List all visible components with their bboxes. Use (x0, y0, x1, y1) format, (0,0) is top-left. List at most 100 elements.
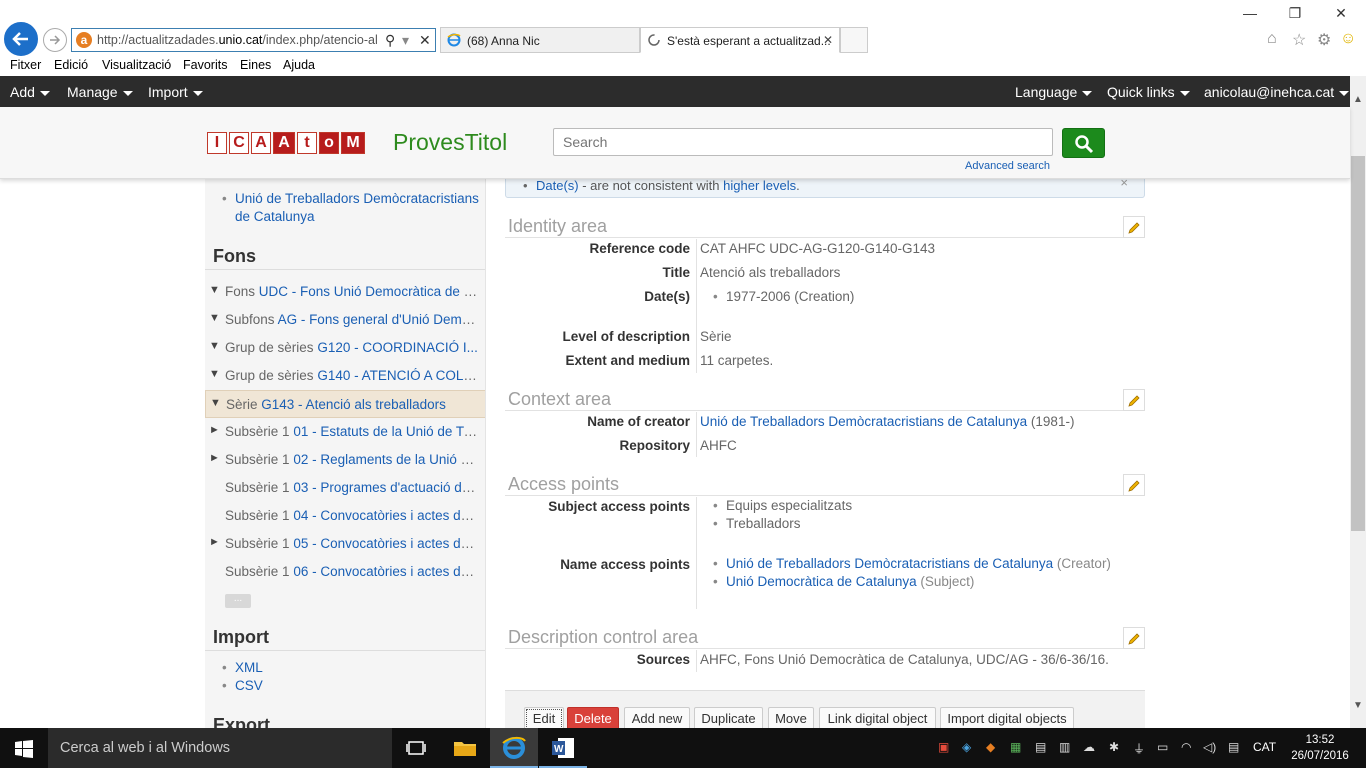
creator-link[interactable]: Unió de Treballadors Demòcratacristians … (222, 190, 480, 226)
menu-help[interactable]: Ajuda (283, 58, 315, 72)
repository-link[interactable]: AHFC (700, 438, 737, 453)
cortana-search[interactable]: Cerca al web i al Windows (48, 728, 392, 768)
search-button[interactable] (1062, 128, 1105, 158)
smiley-feedback-icon[interactable]: ☺ (1340, 30, 1356, 48)
tree-item-title-link[interactable]: 05 - Convocatòries i actes de reunions (293, 536, 481, 551)
system-clock[interactable]: 13:52 26/07/2016 (1290, 732, 1350, 764)
tree-item[interactable]: ▼ Subfons AG - Fons general d'Unió Democr… (205, 306, 485, 334)
scroll-up-icon[interactable]: ▲ (1353, 94, 1363, 105)
tree-item[interactable]: ► Subsèrie 1 02 - Reglaments de la Unió d… (205, 446, 485, 474)
expanded-arrow-icon[interactable]: ▼ (210, 397, 221, 409)
expanded-arrow-icon[interactable]: ▼ (209, 368, 220, 380)
edit-access-points-button[interactable] (1123, 474, 1145, 496)
tree-item[interactable]: ▼ Grup de sèries G120 - COORDINACIÓ I... (205, 334, 485, 362)
tree-item-title-link[interactable]: G120 - COORDINACIÓ I... (317, 340, 478, 355)
tree-item-title-link[interactable]: AG - Fons general d'Unió Democràtica (278, 312, 481, 327)
stop-icon[interactable]: ✕ (419, 32, 431, 49)
menu-file[interactable]: Fitxer (10, 58, 41, 72)
tree-item-title-link[interactable]: 02 - Reglaments de la Unió de Treballado… (293, 452, 481, 467)
search-input[interactable] (553, 128, 1053, 156)
menu-favorites[interactable]: Favorits (183, 58, 227, 72)
home-icon[interactable]: ⌂ (1267, 30, 1277, 48)
tree-item-title-link[interactable]: 04 - Convocatòries i actes de reunions (293, 508, 481, 523)
wifi-icon[interactable]: ◠ (1181, 740, 1191, 754)
name-link[interactable]: Unió de Treballadors Demòcratacristians … (726, 556, 1053, 571)
restore-icon[interactable]: ❐ (1285, 5, 1305, 22)
close-tab-icon[interactable]: ✕ (823, 33, 833, 47)
page-scrollbar[interactable]: ▲ ▼ (1350, 76, 1366, 728)
tree-item-title-link[interactable]: G143 - Atenció als treballadors (261, 397, 446, 412)
more-button[interactable]: ... (225, 594, 251, 608)
settings-gear-icon[interactable]: ⚙ (1317, 30, 1331, 50)
edit-identity-button[interactable] (1123, 216, 1145, 238)
edit-description-control-button[interactable] (1123, 627, 1145, 649)
minimize-icon[interactable]: — (1240, 5, 1260, 21)
scroll-down-icon[interactable]: ▼ (1353, 700, 1363, 711)
tab-active[interactable]: S'està esperant a actualitzad... ✕ (640, 27, 840, 53)
advanced-search-link[interactable]: Advanced search (965, 160, 1050, 172)
tree-item[interactable]: ► Subsèrie 1 01 - Estatuts de la Unió de … (205, 418, 485, 446)
bluetooth-icon[interactable]: ✱ (1109, 740, 1119, 754)
tree-item-title-link[interactable]: 06 - Convocatòries i actes de reunions (293, 564, 481, 579)
address-url[interactable]: http://actualitzadades.unio.cat/index.ph… (97, 33, 377, 47)
collapsed-arrow-icon[interactable]: ► (209, 424, 220, 436)
import-menu[interactable]: Import (148, 84, 203, 100)
menu-view[interactable]: Visualització (102, 58, 171, 72)
tree-item-title-link[interactable]: G140 - ATENCIÓ A COL·LECTIUS (317, 368, 481, 383)
tree-item-title-link[interactable]: 01 - Estatuts de la Unió de Treballadors (293, 424, 481, 439)
description-control-heading[interactable]: Description control area (505, 627, 1145, 649)
back-button[interactable] (4, 22, 38, 56)
collapsed-arrow-icon[interactable]: ► (209, 536, 220, 548)
manage-menu[interactable]: Manage (67, 84, 133, 100)
collapsed-arrow-icon[interactable]: ► (209, 452, 220, 464)
tray-app-icon[interactable]: ▦ (1010, 740, 1021, 754)
dropdown-icon[interactable]: ▾ (402, 32, 409, 49)
usb-icon[interactable]: ⏚ (1133, 740, 1145, 757)
creator-link[interactable]: Unió de Treballadors Demòcratacristians … (700, 414, 1027, 429)
expanded-arrow-icon[interactable]: ▼ (209, 340, 220, 352)
higher-levels-link[interactable]: higher levels (723, 178, 796, 193)
internet-explorer-button[interactable] (490, 728, 538, 768)
volume-icon[interactable]: ◁) (1203, 740, 1216, 754)
search-icon[interactable]: ⚲ (385, 32, 395, 49)
expanded-arrow-icon[interactable]: ▼ (209, 312, 220, 324)
tray-app-icon[interactable]: ◈ (962, 740, 971, 754)
tree-item-title-link[interactable]: UDC - Fons Unió Democràtica de Catalunya (259, 284, 481, 299)
start-button[interactable] (0, 728, 48, 768)
tray-app-icon[interactable]: ◆ (986, 740, 995, 754)
context-area-heading[interactable]: Context area (505, 389, 1145, 411)
action-center-icon[interactable]: ▤ (1228, 740, 1239, 754)
subject-link[interactable]: Equips especialitzats (713, 498, 852, 513)
close-window-icon[interactable]: ✕ (1331, 5, 1351, 22)
address-bar[interactable]: a http://actualitzadades.unio.cat/index.… (71, 28, 436, 52)
new-tab-button[interactable] (840, 27, 868, 53)
site-name[interactable]: ProvesTitol (393, 129, 507, 156)
subject-link[interactable]: Treballadors (713, 516, 800, 531)
word-button[interactable]: W (539, 728, 587, 768)
tab-anna-nic[interactable]: (68) Anna Nic (440, 27, 640, 53)
tree-item[interactable]: ► Subsèrie 1 05 - Convocatòries i actes d… (205, 530, 485, 558)
tree-item[interactable]: Subsèrie 1 03 - Programes d'actuació de … (205, 474, 485, 502)
import-xml-link[interactable]: XML (222, 660, 263, 675)
identity-area-heading[interactable]: Identity area (505, 216, 1145, 238)
task-view-button[interactable] (392, 728, 440, 768)
favorites-star-icon[interactable]: ☆ (1292, 30, 1306, 50)
tree-item[interactable]: ▼ Grup de sèries G140 - ATENCIÓ A COL·LEC… (205, 362, 485, 390)
forward-button[interactable] (43, 28, 67, 52)
tray-app-icon[interactable]: ▣ (938, 740, 949, 754)
expanded-arrow-icon[interactable]: ▼ (209, 284, 220, 296)
menu-edit[interactable]: Edició (54, 58, 88, 72)
tree-item[interactable]: Subsèrie 1 06 - Convocatòries i actes de… (205, 558, 485, 586)
scrollbar-thumb[interactable] (1351, 156, 1365, 531)
edit-context-button[interactable] (1123, 389, 1145, 411)
site-logo[interactable]: ICAAtoM (207, 132, 367, 156)
onedrive-icon[interactable]: ☁ (1083, 740, 1095, 754)
dates-alert-link[interactable]: Date(s) (536, 178, 579, 193)
tray-app-icon[interactable]: ▤ (1035, 740, 1046, 754)
tray-app-icon[interactable]: ▥ (1059, 740, 1070, 754)
quick-links-menu[interactable]: Quick links (1107, 84, 1190, 100)
user-menu[interactable]: anicolau@inehca.cat (1204, 84, 1350, 100)
tree-item[interactable]: ▼ Sèrie G143 - Atenció als treballadors (205, 390, 485, 418)
tree-item[interactable]: Subsèrie 1 04 - Convocatòries i actes de… (205, 502, 485, 530)
access-points-heading[interactable]: Access points (505, 474, 1145, 496)
